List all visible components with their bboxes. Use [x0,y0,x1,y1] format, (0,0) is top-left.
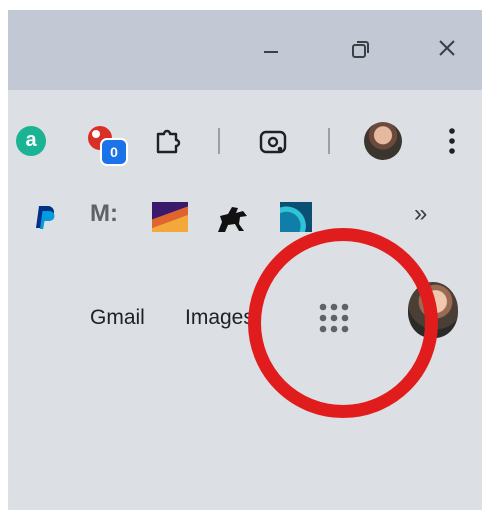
profile-avatar[interactable] [364,122,402,160]
restore-button[interactable] [324,10,394,90]
teal-bookmark[interactable] [280,202,312,232]
gradient-bookmark[interactable] [152,202,188,232]
bookmarks-bar: M: » [8,196,482,246]
restore-icon [352,41,369,58]
browser-toolbar: a 0 [8,90,482,196]
browser-window: a 0 M: » Gmail Images [8,10,482,510]
menu-kebab-icon[interactable] [442,124,462,158]
bookmarks-overflow-button[interactable]: » [414,200,427,228]
notification-badge: 0 [100,138,128,166]
minimize-button[interactable] [236,10,306,90]
extension-red-icon[interactable]: 0 [84,122,128,166]
toolbar-separator [218,128,220,154]
horse-bookmark[interactable] [214,202,250,236]
extensions-puzzle-icon[interactable] [152,126,182,156]
apps-grid-button[interactable] [314,298,354,338]
close-button[interactable] [412,10,482,90]
minimize-icon [264,51,278,53]
m-bookmark[interactable]: M: [90,200,118,228]
apps-grid-icon [319,303,349,333]
title-bar [8,10,482,90]
images-link[interactable]: Images [185,306,254,330]
paypal-icon[interactable] [30,202,56,232]
google-header: Gmail Images [8,228,482,510]
close-icon [439,40,455,56]
gmail-link[interactable]: Gmail [90,306,145,330]
user-avatar[interactable] [408,282,458,338]
toolbar-separator [328,128,330,154]
google-lens-icon[interactable] [258,128,288,156]
extension-a-icon[interactable]: a [16,126,46,156]
